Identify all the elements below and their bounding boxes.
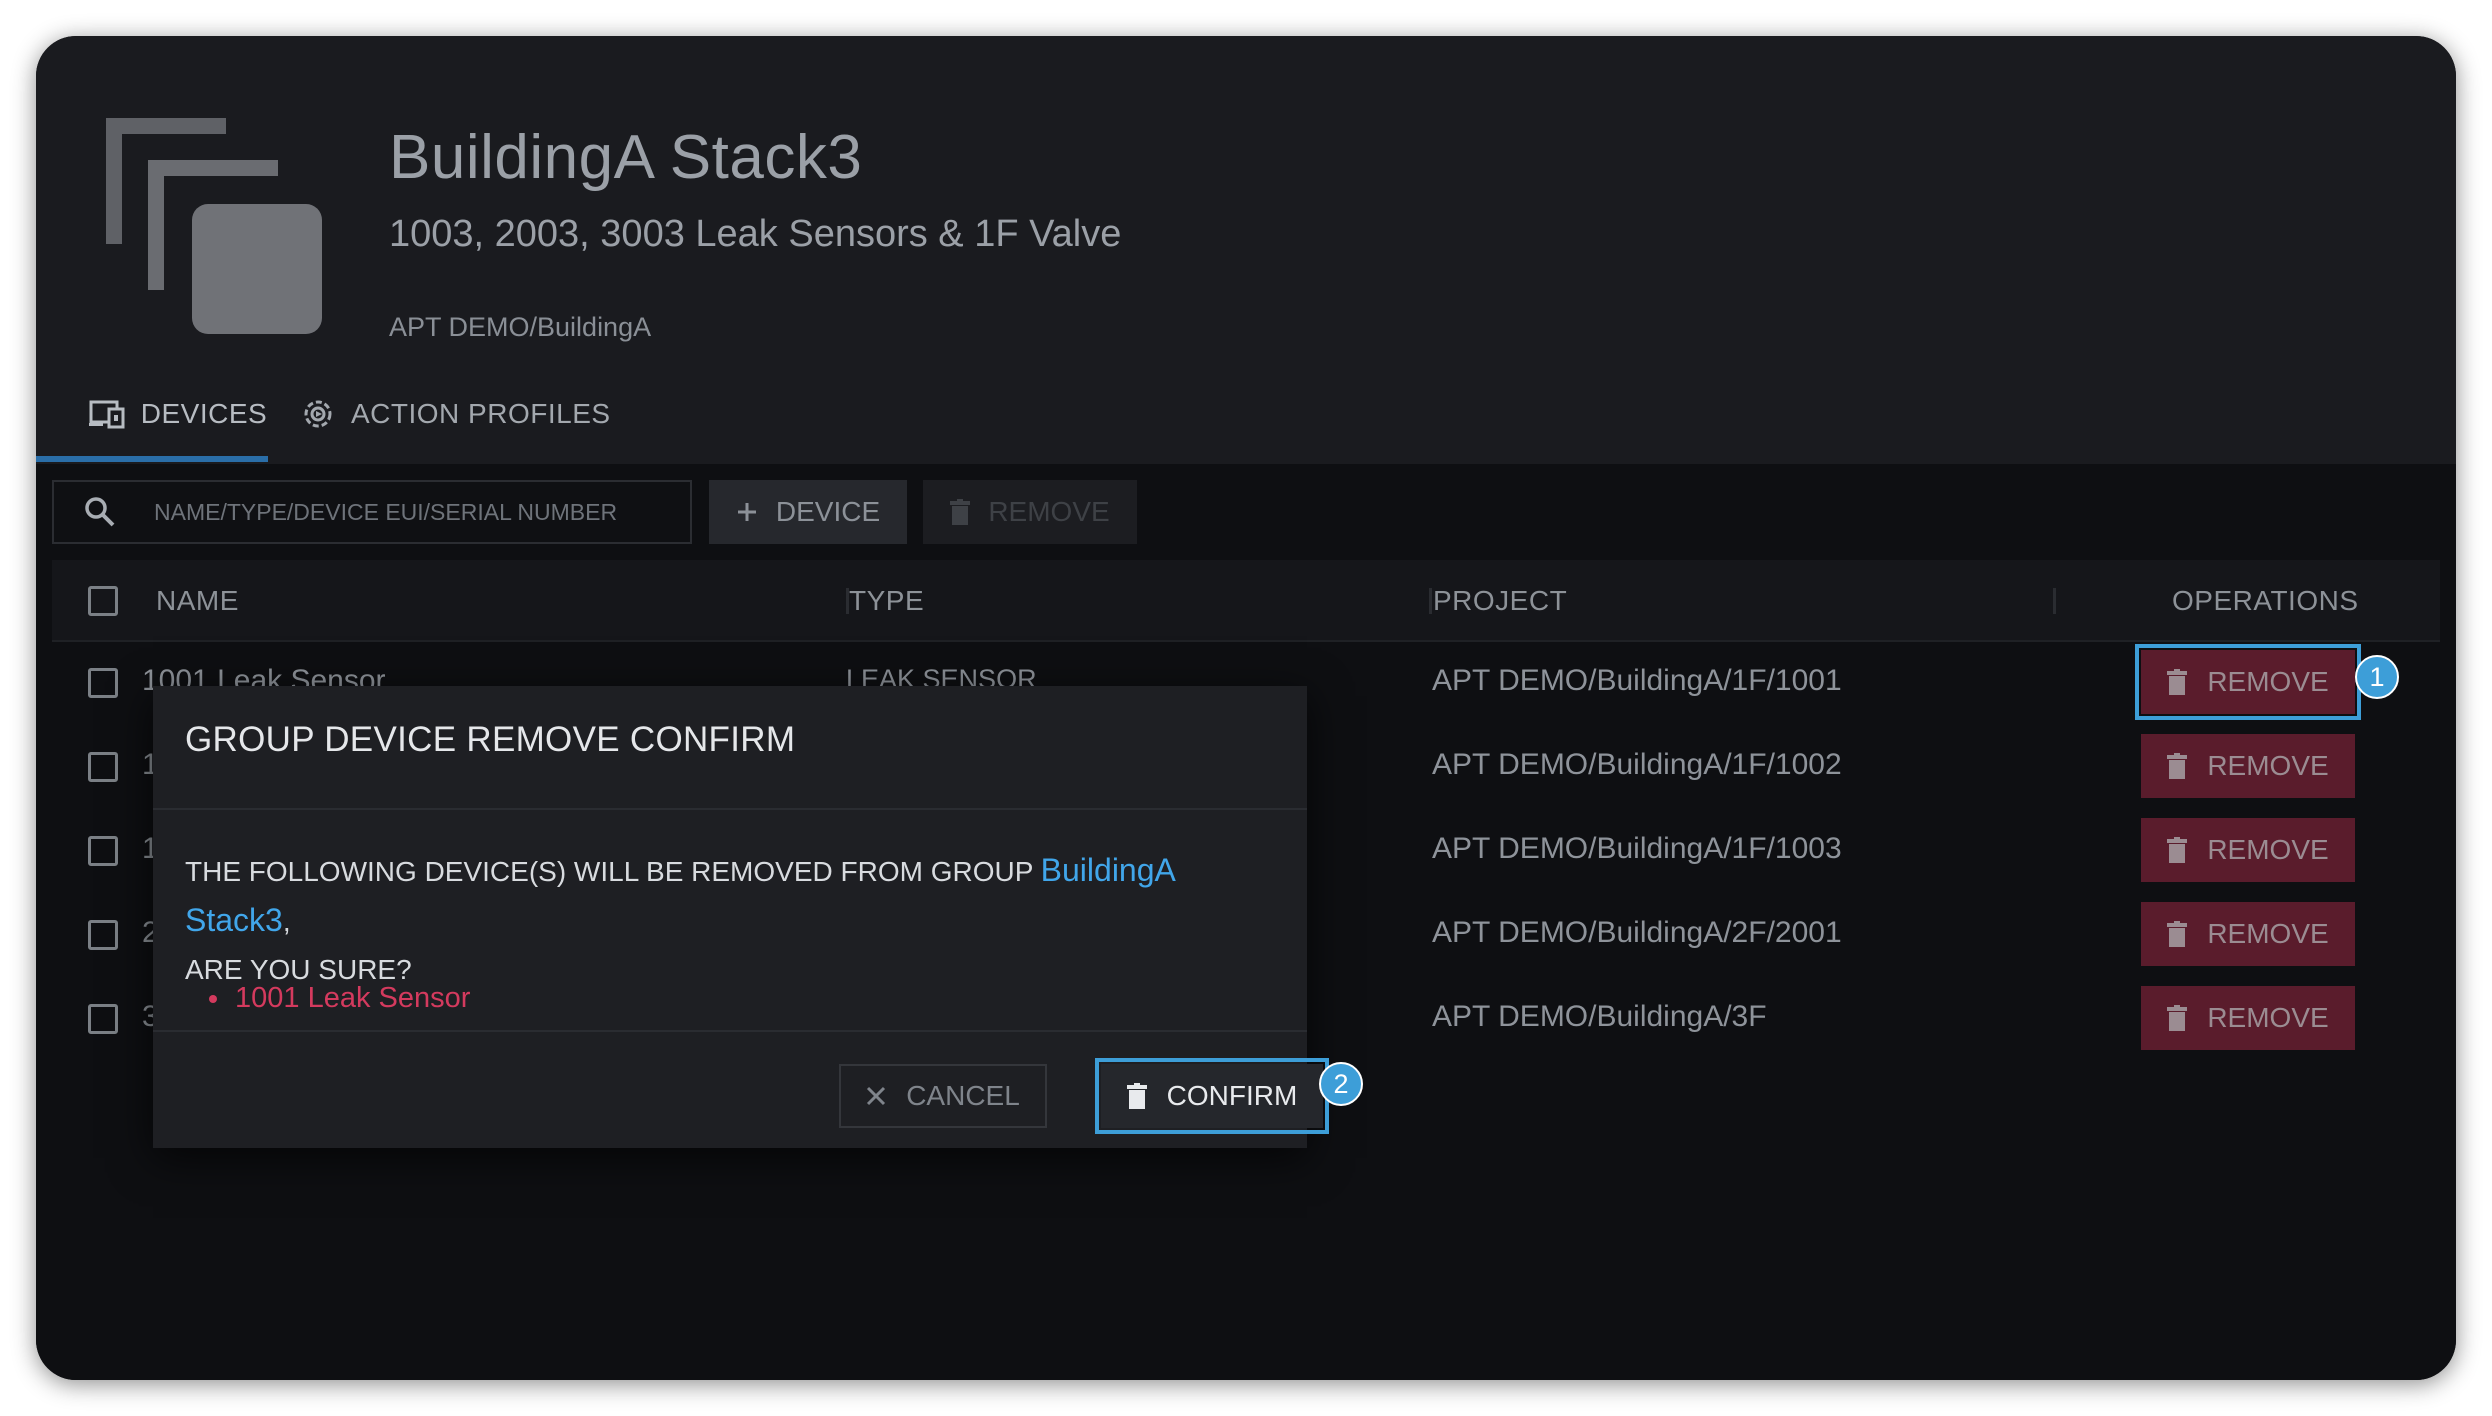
app-window: BuildingA Stack3 1003, 2003, 3003 Leak S… — [36, 36, 2456, 1380]
tab-devices[interactable]: DEVICES — [68, 384, 288, 444]
cancel-label: CANCEL — [906, 1080, 1020, 1111]
active-tab-indicator — [36, 456, 268, 462]
search-icon — [85, 497, 115, 527]
trash-icon — [950, 499, 971, 525]
remove-button[interactable]: REMOVE — [2135, 644, 2361, 720]
column-divider[interactable] — [2053, 588, 2056, 614]
remove-label: REMOVE — [2207, 918, 2329, 949]
column-name[interactable]: NAME — [156, 560, 239, 642]
bullet — [209, 995, 217, 1004]
remove-label: REMOVE — [2207, 834, 2329, 865]
confirm-label: CONFIRM — [1166, 1080, 1298, 1111]
remove-label: REMOVE — [2207, 666, 2329, 697]
column-divider[interactable] — [1429, 588, 1432, 614]
bulk-remove-label: REMOVE — [988, 496, 1110, 527]
message-text: THE FOLLOWING DEVICE(S) WILL BE REMOVED … — [185, 856, 1041, 887]
devices-icon — [88, 400, 125, 429]
group-path: APT DEMO/BuildingA — [389, 312, 652, 342]
confirm-button[interactable]: CONFIRM — [1095, 1058, 1329, 1134]
remove-confirm-dialog: GROUP DEVICE REMOVE CONFIRM THE FOLLOWIN… — [153, 686, 1329, 1148]
trash-icon — [2167, 837, 2188, 863]
dialog-title: GROUP DEVICE REMOVE CONFIRM — [185, 720, 796, 759]
bulk-remove-button[interactable]: REMOVE — [923, 480, 1137, 544]
action-profile-icon — [304, 400, 332, 428]
group-icon — [106, 118, 322, 334]
search-input[interactable]: NAME/TYPE/DEVICE EUI/SERIAL NUMBER — [52, 480, 692, 544]
table-header: NAME TYPE PROJECT OPERATIONS — [52, 560, 2440, 642]
row-checkbox[interactable] — [88, 1004, 118, 1034]
remove-label: REMOVE — [2207, 750, 2329, 781]
row-checkbox[interactable] — [88, 836, 118, 866]
message-suffix: , — [282, 906, 291, 937]
column-operations: OPERATIONS — [2172, 585, 2359, 616]
device-project: APT DEMO/BuildingA/1F/1002 — [1432, 748, 1842, 781]
step-badge-1: 1 — [2355, 655, 2399, 699]
plus-icon — [737, 503, 756, 521]
tab-devices-label: DEVICES — [140, 398, 268, 429]
row-checkbox[interactable] — [88, 752, 118, 782]
remove-button[interactable]: REMOVE — [2141, 734, 2355, 798]
trash-icon — [1126, 1083, 1147, 1109]
tab-action-profiles-label: ACTION PROFILES — [351, 398, 611, 429]
close-icon — [867, 1086, 886, 1106]
column-project[interactable]: PROJECT — [1433, 560, 1567, 642]
divider — [153, 808, 1307, 810]
device-list-item: 1001 Leak Sensor — [209, 982, 470, 1015]
add-device-button[interactable]: DEVICE — [709, 480, 907, 544]
remove-button[interactable]: REMOVE — [2141, 902, 2355, 966]
device-list-name: 1001 Leak Sensor — [235, 982, 471, 1014]
confirm-question: ARE YOU SURE? — [185, 954, 412, 985]
row-checkbox[interactable] — [88, 668, 118, 698]
add-device-label: DEVICE — [775, 496, 881, 527]
dialog-message: THE FOLLOWING DEVICE(S) WILL BE REMOVED … — [185, 846, 1285, 994]
row-checkbox[interactable] — [88, 920, 118, 950]
device-project: APT DEMO/BuildingA/3F — [1432, 1000, 1767, 1033]
tab-action-profiles[interactable]: ACTION PROFILES — [301, 384, 611, 444]
divider — [153, 1030, 1307, 1032]
select-all-checkbox[interactable] — [88, 586, 118, 616]
remove-button[interactable]: REMOVE — [2141, 818, 2355, 882]
device-project: APT DEMO/BuildingA/2F/2001 — [1432, 916, 1842, 949]
search-placeholder: NAME/TYPE/DEVICE EUI/SERIAL NUMBER — [154, 498, 618, 525]
page-title: BuildingA Stack3 — [389, 123, 863, 192]
device-project: APT DEMO/BuildingA/1F/1003 — [1432, 832, 1842, 865]
trash-icon — [2167, 1005, 2188, 1031]
column-type[interactable]: TYPE — [849, 560, 924, 642]
device-project: APT DEMO/BuildingA/1F/1001 — [1432, 664, 1842, 697]
trash-icon — [2167, 753, 2188, 779]
trash-icon — [2167, 669, 2188, 695]
group-description: 1003, 2003, 3003 Leak Sensors & 1F Valve — [389, 213, 1122, 255]
cancel-button[interactable]: CANCEL — [839, 1064, 1047, 1128]
trash-icon — [2167, 921, 2188, 947]
step-badge-2: 2 — [1319, 1062, 1363, 1106]
remove-label: REMOVE — [2207, 1002, 2329, 1033]
remove-button[interactable]: REMOVE — [2141, 986, 2355, 1050]
